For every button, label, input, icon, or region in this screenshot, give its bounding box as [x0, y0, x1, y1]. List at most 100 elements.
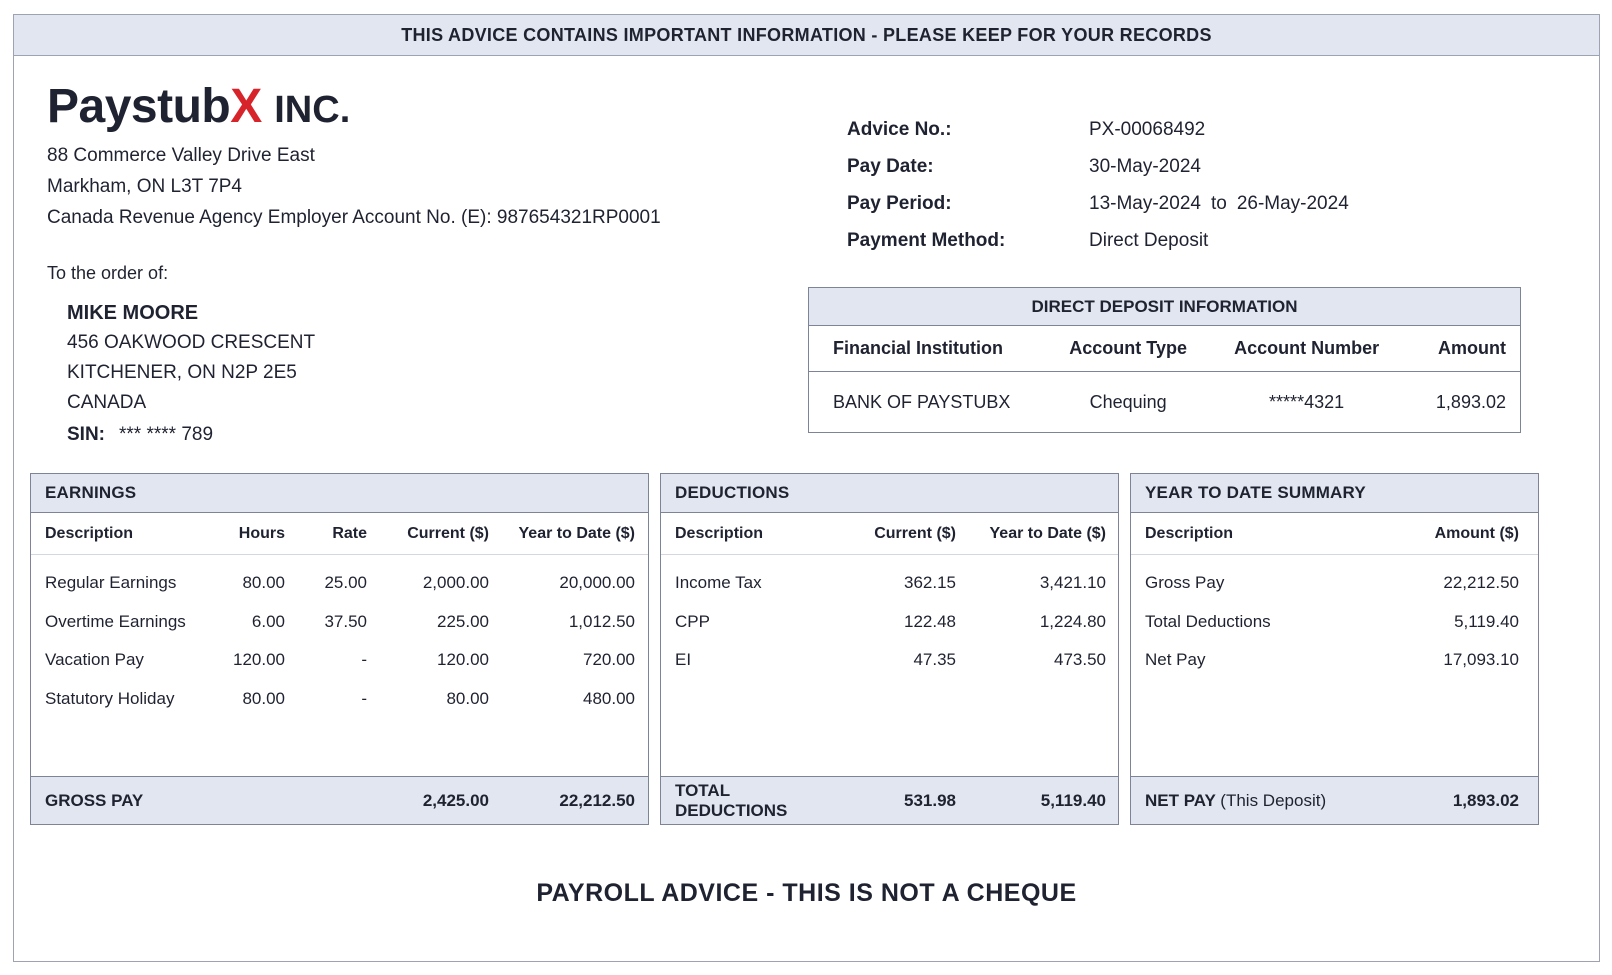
- payee-address-line2: KITCHENER, ON N2P 2E5: [67, 362, 297, 383]
- employer-account-number: Canada Revenue Agency Employer Account N…: [47, 207, 661, 228]
- gross-pay-ytd: 22,212.50: [559, 790, 635, 810]
- earnings-header-row: Description Hours Rate Current ($) Year …: [31, 513, 648, 555]
- deduction-current: 362.15: [904, 573, 956, 593]
- dd-institution: BANK OF PAYSTUBX: [833, 391, 1011, 412]
- deductions-col-description: Description: [675, 524, 764, 542]
- ytd-rows: Gross Pay 22,212.50 Total Deductions 5,1…: [1131, 564, 1538, 680]
- advice-no-value: PX-00068492: [1089, 118, 1206, 140]
- ytd-amount: 22,212.50: [1443, 573, 1519, 593]
- ytd-header-row: Description Amount ($): [1131, 513, 1538, 555]
- earnings-col-description: Description: [45, 524, 134, 542]
- deduction-description: EI: [675, 650, 692, 670]
- earnings-col-hours: Hours: [238, 524, 285, 542]
- earnings-rate: -: [361, 650, 367, 670]
- ytd-description: Gross Pay: [1145, 573, 1225, 593]
- earnings-description: Overtime Earnings: [45, 611, 186, 631]
- advice-details: Advice No.: PX-00068492 Pay Date: 30-May…: [847, 111, 1349, 259]
- earnings-hours: 6.00: [251, 611, 285, 631]
- table-row: EI 47.35 473.50: [661, 641, 1118, 680]
- net-pay-amount: 1,893.02: [1452, 790, 1519, 810]
- direct-deposit-table: DIRECT DEPOSIT INFORMATION Financial Ins…: [808, 287, 1521, 433]
- earnings-col-rate: Rate: [332, 524, 367, 542]
- pay-period-label: Pay Period:: [847, 192, 952, 214]
- earnings-current: 225.00: [437, 611, 489, 631]
- records-banner: THIS ADVICE CONTAINS IMPORTANT INFORMATI…: [14, 15, 1599, 56]
- earnings-rate: 25.00: [324, 573, 367, 593]
- company-logo: Paystub X INC.: [47, 79, 350, 134]
- sin-value: *** **** 789: [119, 424, 214, 445]
- net-pay-label: NET PAY: [1145, 790, 1216, 810]
- dd-col-amount: Amount: [1438, 338, 1506, 358]
- earnings-col-current: Current ($): [407, 524, 489, 542]
- gross-pay-current: 2,425.00: [422, 790, 489, 810]
- earnings-hours: 80.00: [242, 688, 285, 708]
- total-deductions-ytd: 5,119.40: [1040, 790, 1106, 810]
- earnings-current: 80.00: [446, 688, 489, 708]
- earnings-ytd: 20,000.00: [559, 573, 635, 593]
- table-row: Statutory Holiday 80.00 - 80.00 480.00: [31, 680, 648, 719]
- deductions-col-ytd: Year to Date ($): [989, 524, 1106, 542]
- dd-col-account-number: Account Number: [1234, 338, 1380, 358]
- deduction-current: 47.35: [913, 650, 956, 670]
- gross-pay-label: GROSS PAY: [45, 790, 144, 810]
- order-of-label: To the order of:: [47, 263, 169, 283]
- earnings-title: EARNINGS: [31, 474, 648, 513]
- direct-deposit-title: DIRECT DEPOSIT INFORMATION: [809, 288, 1520, 326]
- pay-period-end: 26-May-2024: [1236, 192, 1349, 214]
- dd-col-institution: Financial Institution: [833, 338, 1003, 358]
- earnings-ytd: 1,012.50: [568, 611, 635, 631]
- earnings-panel: EARNINGS Description Hours Rate Current …: [30, 473, 649, 825]
- direct-deposit-header-row: Financial Institution Account Type Accou…: [809, 326, 1520, 372]
- deductions-title: DEDUCTIONS: [661, 474, 1118, 513]
- deductions-col-current: Current ($): [874, 524, 956, 542]
- ytd-summary-title: YEAR TO DATE SUMMARY: [1131, 474, 1538, 513]
- earnings-rows: Regular Earnings 80.00 25.00 2,000.00 20…: [31, 564, 648, 718]
- ytd-description: Net Pay: [1145, 650, 1206, 670]
- deduction-description: CPP: [675, 611, 710, 631]
- dd-account-number: *****4321: [1269, 391, 1345, 412]
- ytd-amount: 5,119.40: [1454, 611, 1519, 631]
- net-pay-total-row: NET PAY (This Deposit) 1,893.02: [1131, 776, 1538, 824]
- employer-address: 88 Commerce Valley Drive East Markham, O…: [47, 140, 661, 233]
- payment-method-label: Payment Method:: [847, 229, 1006, 251]
- pay-period-row: Pay Period: 13-May-2024 to 26-May-2024: [847, 185, 1349, 222]
- deduction-ytd: 3,421.10: [1039, 573, 1106, 593]
- table-row: Vacation Pay 120.00 - 120.00 720.00: [31, 641, 648, 680]
- payment-method-value: Direct Deposit: [1089, 229, 1209, 251]
- total-deductions-label: TOTAL DEDUCTIONS: [675, 780, 788, 820]
- logo-brand-x: X: [230, 80, 263, 133]
- ytd-description: Total Deductions: [1145, 611, 1271, 631]
- payee-country: CANADA: [67, 392, 147, 413]
- pay-date-label: Pay Date:: [847, 155, 934, 177]
- ytd-col-amount: Amount ($): [1434, 524, 1519, 542]
- net-pay-label-note: (This Deposit): [1220, 790, 1327, 810]
- earnings-hours: 80.00: [242, 573, 285, 593]
- pay-period-start: 13-May-2024: [1089, 192, 1201, 214]
- earnings-description: Vacation Pay: [45, 650, 144, 670]
- dd-account-type: Chequing: [1089, 391, 1167, 412]
- total-deductions-current: 531.98: [904, 790, 956, 810]
- earnings-rate: -: [361, 688, 367, 708]
- dd-col-account-type: Account Type: [1069, 338, 1187, 358]
- deduction-description: Income Tax: [675, 573, 762, 593]
- earnings-current: 120.00: [437, 650, 489, 670]
- ytd-amount: 17,093.10: [1443, 650, 1519, 670]
- payment-method-row: Payment Method: Direct Deposit: [847, 222, 1349, 259]
- table-row: Total Deductions 5,119.40: [1131, 603, 1538, 642]
- payee-block: MIKE MOORE 456 OAKWOOD CRESCENT KITCHENE…: [67, 298, 315, 450]
- gross-pay-total-row: GROSS PAY 2,425.00 22,212.50: [31, 776, 648, 824]
- earnings-ytd: 720.00: [583, 650, 635, 670]
- table-row: Gross Pay 22,212.50: [1131, 564, 1538, 603]
- net-pay-label-group: NET PAY (This Deposit): [1131, 791, 1381, 811]
- deduction-ytd: 473.50: [1054, 650, 1106, 670]
- earnings-ytd: 480.00: [583, 688, 635, 708]
- employer-address-line2: Markham, ON L3T 7P4: [47, 176, 243, 197]
- deduction-current: 122.48: [904, 611, 956, 631]
- advice-no-label: Advice No.:: [847, 118, 952, 140]
- table-row: Regular Earnings 80.00 25.00 2,000.00 20…: [31, 564, 648, 603]
- payee-name: MIKE MOORE: [67, 302, 199, 324]
- table-row: Net Pay 17,093.10: [1131, 641, 1538, 680]
- table-row: Overtime Earnings 6.00 37.50 225.00 1,01…: [31, 603, 648, 642]
- logo-brand-main: Paystub: [47, 80, 231, 133]
- total-deductions-row: TOTAL DEDUCTIONS 531.98 5,119.40: [661, 776, 1118, 824]
